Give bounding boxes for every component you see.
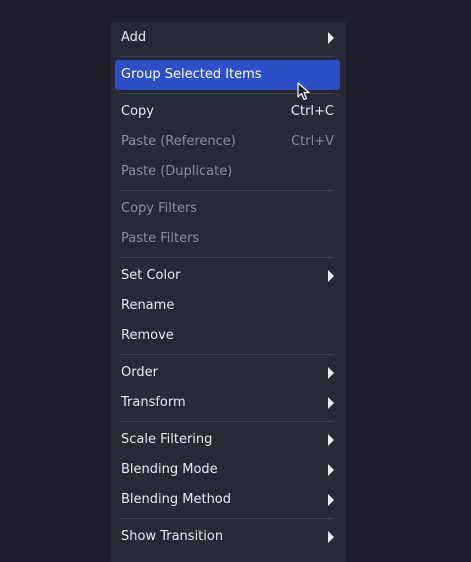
menu-item-paste-filters-label: Paste Filters [121, 231, 200, 246]
menu-separator [121, 421, 334, 422]
paste-reference-shortcut: Ctrl+V [291, 134, 334, 149]
menu-item-show-transition-label: Show Transition [121, 529, 224, 544]
submenu-arrow-icon [328, 494, 334, 506]
menu-separator [121, 190, 334, 191]
context-menu: Add Group Selected Items Copy Ctrl+C Pas… [111, 22, 346, 562]
submenu-arrow-icon [328, 434, 334, 446]
menu-separator [121, 354, 334, 355]
menu-separator [121, 518, 334, 519]
submenu-arrow-icon [328, 397, 334, 409]
menu-item-paste-reference[interactable]: Paste (Reference) Ctrl+V [115, 127, 340, 157]
submenu-arrow-icon [328, 270, 334, 282]
menu-item-rename[interactable]: Rename [115, 291, 340, 321]
menu-item-copy-filters[interactable]: Copy Filters [115, 194, 340, 224]
menu-item-transform[interactable]: Transform [115, 388, 340, 418]
submenu-arrow-icon [328, 531, 334, 543]
menu-item-scale-filtering-label: Scale Filtering [121, 432, 213, 447]
menu-item-add-label: Add [121, 30, 147, 45]
menu-item-show-transition[interactable]: Show Transition [115, 522, 340, 552]
mouse-cursor-icon [297, 82, 310, 101]
submenu-arrow-icon [328, 32, 334, 44]
menu-item-blending-mode[interactable]: Blending Mode [115, 455, 340, 485]
submenu-arrow-icon [328, 367, 334, 379]
menu-item-remove-label: Remove [121, 328, 174, 343]
menu-item-blending-mode-label: Blending Mode [121, 462, 218, 477]
menu-item-add[interactable]: Add [115, 23, 340, 53]
menu-item-set-color-label: Set Color [121, 268, 181, 283]
menu-item-paste-duplicate[interactable]: Paste (Duplicate) [115, 157, 340, 187]
menu-separator [121, 257, 334, 258]
menu-item-group-selected-items-label: Group Selected Items [121, 67, 262, 82]
submenu-arrow-icon [328, 464, 334, 476]
menu-separator [121, 56, 334, 57]
menu-item-scale-filtering[interactable]: Scale Filtering [115, 425, 340, 455]
menu-item-copy-filters-label: Copy Filters [121, 201, 198, 216]
menu-item-remove[interactable]: Remove [115, 321, 340, 351]
menu-item-copy-label: Copy [121, 104, 154, 119]
menu-item-blending-method[interactable]: Blending Method [115, 485, 340, 515]
menu-item-order[interactable]: Order [115, 358, 340, 388]
menu-item-paste-filters[interactable]: Paste Filters [115, 224, 340, 254]
menu-item-transform-label: Transform [121, 395, 186, 410]
menu-item-blending-method-label: Blending Method [121, 492, 232, 507]
menu-item-set-color[interactable]: Set Color [115, 261, 340, 291]
menu-item-paste-reference-label: Paste (Reference) [121, 134, 236, 149]
menu-item-order-label: Order [121, 365, 158, 380]
menu-item-rename-label: Rename [121, 298, 175, 313]
menu-item-paste-duplicate-label: Paste (Duplicate) [121, 164, 233, 179]
